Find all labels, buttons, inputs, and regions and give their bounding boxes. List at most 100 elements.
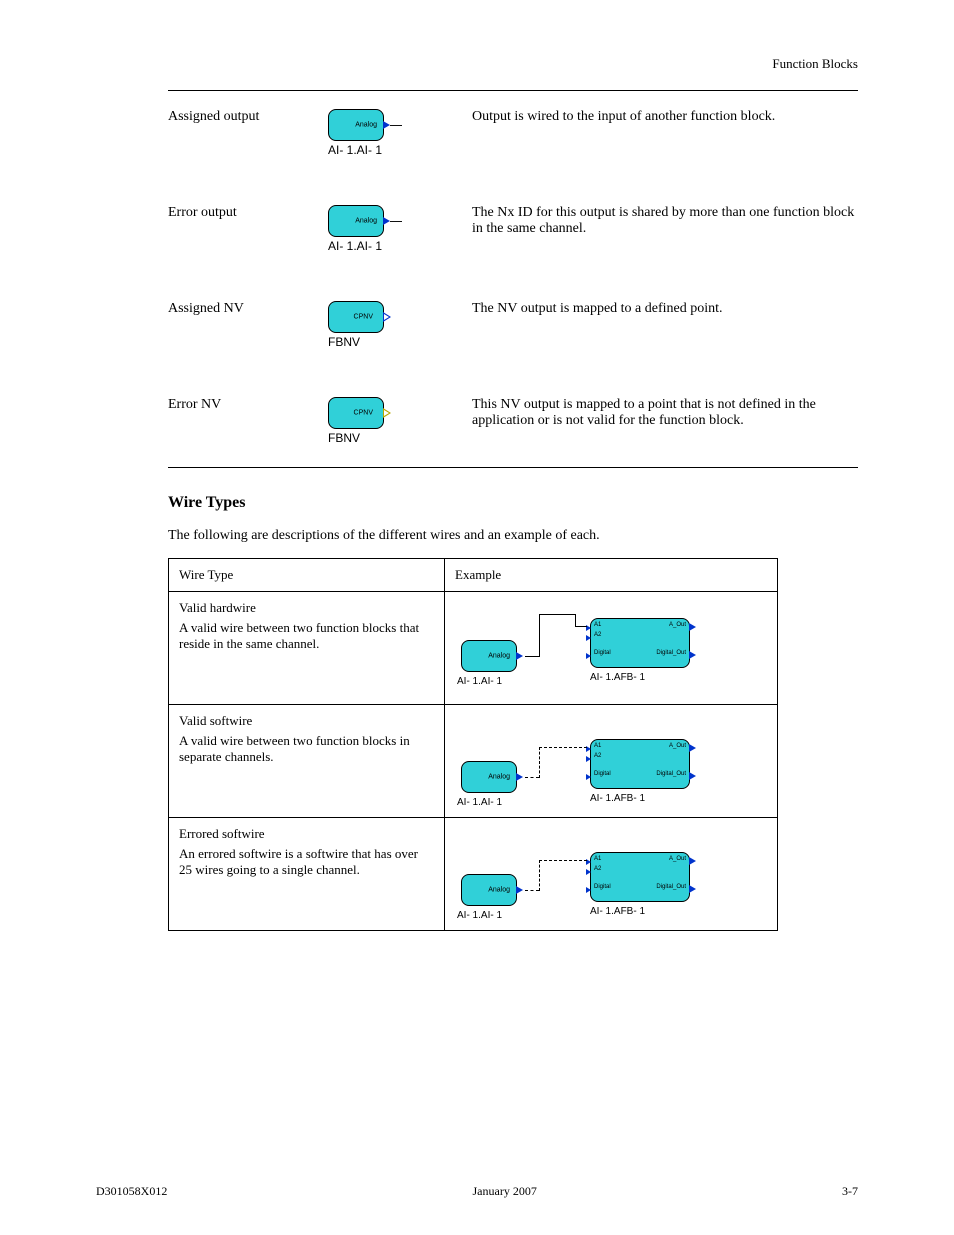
- wire-type-table: Wire Type Example Valid hardwire A valid…: [168, 558, 778, 931]
- source-block-icon: Analog: [461, 761, 517, 793]
- port-label: A2: [594, 753, 601, 759]
- analog-block-icon: Analog: [328, 109, 384, 141]
- dest-block-icon: A1 A2 Digital A_Out Digital_Out: [590, 739, 690, 789]
- entry-label: Assigned output: [168, 109, 328, 125]
- block-caption: AI- 1.AI- 1: [328, 143, 400, 157]
- footer: D301058X012 January 2007 3-7: [96, 1184, 858, 1199]
- wire-segment: [539, 614, 575, 615]
- col-header-wire-type: Wire Type: [169, 559, 445, 592]
- diagram-valid-hardwire: Analog AI- 1.AI- 1 A1 A2 Digital: [455, 600, 767, 696]
- port-in-a2-icon: [586, 756, 591, 762]
- wire-type-cell: Valid hardwire A valid wire between two …: [169, 592, 445, 705]
- wire-type-label: Errored softwire: [179, 826, 434, 842]
- port-label: Digital_Out: [656, 884, 686, 890]
- output-triangle-icon: [383, 217, 390, 225]
- wire-segment: [539, 747, 540, 778]
- table-row: Errored softwire An errored softwire is …: [169, 818, 778, 931]
- port-out-icon: [689, 857, 696, 865]
- port-in-digital-icon: [586, 653, 591, 659]
- wire-segment: [539, 860, 540, 891]
- block-label: Analog: [488, 887, 510, 894]
- output-triangle-icon: [516, 886, 523, 894]
- block-label: CPNV: [354, 410, 373, 417]
- header-section-title: Function Blocks: [772, 56, 858, 72]
- entry-figure: CPNV FBNV: [328, 301, 400, 349]
- output-triangle-icon: [383, 121, 390, 129]
- port-in-digital-icon: [586, 774, 591, 780]
- cpnv-block-icon: CPNV: [328, 301, 384, 333]
- port-label: A1: [594, 743, 601, 749]
- wire-segment: [525, 656, 539, 657]
- wire-segment: [575, 614, 576, 626]
- output-triangle-outline-fill: [384, 410, 389, 416]
- source-block-icon: Analog: [461, 874, 517, 906]
- section-intro: The following are descriptions of the di…: [168, 528, 858, 544]
- entry-desc: The Nx ID for this output is shared by m…: [400, 205, 858, 237]
- dest-caption: AI- 1.AFB- 1: [590, 793, 645, 804]
- port-out-icon: [689, 772, 696, 780]
- dest-block-icon: A1 A2 Digital A_Out Digital_Out: [590, 618, 690, 668]
- port-in-a2-icon: [586, 869, 591, 875]
- port-label: A2: [594, 866, 601, 872]
- output-triangle-icon: [516, 773, 523, 781]
- output-triangle-outline-fill: [384, 314, 389, 320]
- port-in-a2-icon: [586, 635, 591, 641]
- block-caption: AI- 1.AI- 1: [328, 239, 400, 253]
- wire-segment: [575, 626, 587, 627]
- wire-type-cell: Valid softwire A valid wire between two …: [169, 705, 445, 818]
- section-heading: Wire Types: [168, 494, 858, 512]
- diagram-errored-softwire: Analog AI- 1.AI- 1 A1 A2 Digital A_Out: [455, 826, 767, 922]
- port-label: Digital: [594, 650, 611, 656]
- block-label: CPNV: [354, 314, 373, 321]
- wire-type-desc: A valid wire between two function blocks…: [179, 733, 434, 765]
- port-in-digital-icon: [586, 887, 591, 893]
- dest-caption: AI- 1.AFB- 1: [590, 672, 645, 683]
- footer-date: January 2007: [473, 1184, 537, 1199]
- port-label: Digital_Out: [656, 771, 686, 777]
- header-rule: [168, 90, 858, 91]
- footer-doc-id: D301058X012: [96, 1184, 167, 1199]
- diagram-valid-softwire: Analog AI- 1.AI- 1 A1 A2 Digital A_Out: [455, 713, 767, 809]
- entry-label: Assigned NV: [168, 301, 328, 317]
- footer-page: 3-7: [842, 1184, 858, 1199]
- section-rule: [168, 467, 858, 468]
- port-out-icon: [689, 885, 696, 893]
- block-label: Analog: [355, 218, 377, 225]
- entry-label: Error NV: [168, 397, 328, 413]
- example-cell: Analog AI- 1.AI- 1 A1 A2 Digital A_Out: [445, 705, 778, 818]
- block-label: Analog: [355, 122, 377, 129]
- example-cell: Analog AI- 1.AI- 1 A1 A2 Digital A_Out: [445, 818, 778, 931]
- dest-caption: AI- 1.AFB- 1: [590, 906, 645, 917]
- port-label: Digital: [594, 771, 611, 777]
- entry-figure: Analog AI- 1.AI- 1: [328, 205, 400, 253]
- port-label: A_Out: [669, 856, 686, 862]
- analog-block-icon: Analog: [328, 205, 384, 237]
- block-label: Analog: [488, 653, 510, 660]
- wire-segment: [525, 890, 539, 891]
- port-label: Digital: [594, 884, 611, 890]
- wire-type-label: Valid softwire: [179, 713, 434, 729]
- block-label: Analog: [488, 774, 510, 781]
- port-label: A_Out: [669, 743, 686, 749]
- source-block-icon: Analog: [461, 640, 517, 672]
- port-out-icon: [689, 623, 696, 631]
- port-label: Digital_Out: [656, 650, 686, 656]
- port-label: A2: [594, 632, 601, 638]
- wire-type-cell: Errored softwire An errored softwire is …: [169, 818, 445, 931]
- entry-figure: CPNV FBNV: [328, 397, 400, 445]
- dest-block-icon: A1 A2 Digital A_Out Digital_Out: [590, 852, 690, 902]
- wire-segment: [539, 860, 587, 861]
- page: Function Blocks Assigned output Analog A…: [0, 0, 954, 1235]
- entry-error-output: Error output Analog AI- 1.AI- 1 The Nx I…: [168, 205, 858, 253]
- entry-error-nv: Error NV CPNV FBNV This NV output is map…: [168, 397, 858, 445]
- wire-segment: [539, 614, 540, 657]
- example-cell: Analog AI- 1.AI- 1 A1 A2 Digital: [445, 592, 778, 705]
- source-caption: AI- 1.AI- 1: [457, 797, 502, 808]
- source-caption: AI- 1.AI- 1: [457, 676, 502, 687]
- entry-assigned-output: Assigned output Analog AI- 1.AI- 1 Outpu…: [168, 109, 858, 157]
- table-row: Valid softwire A valid wire between two …: [169, 705, 778, 818]
- entry-desc: The NV output is mapped to a defined poi…: [400, 301, 858, 317]
- port-out-icon: [689, 651, 696, 659]
- table-row: Valid hardwire A valid wire between two …: [169, 592, 778, 705]
- entry-label: Error output: [168, 205, 328, 221]
